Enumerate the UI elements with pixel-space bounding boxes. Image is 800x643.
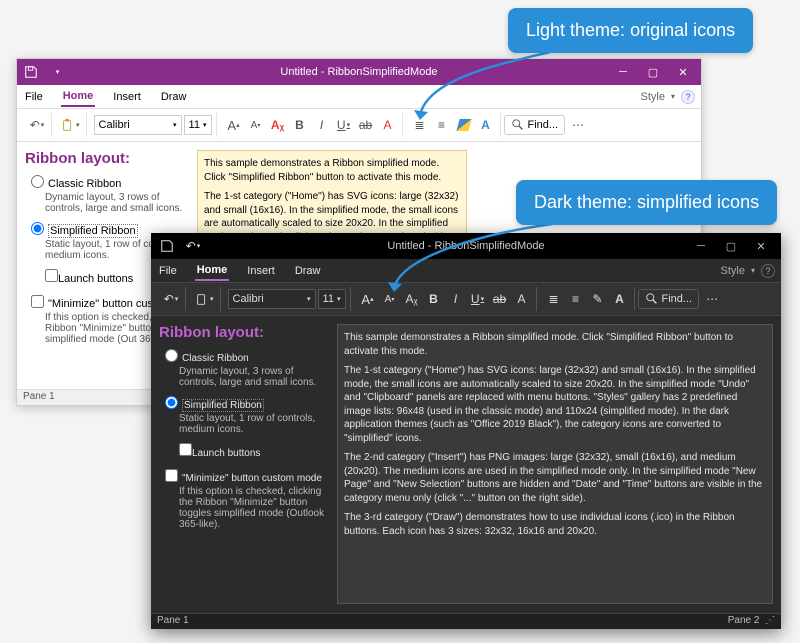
font-size-value: 11 xyxy=(189,119,200,131)
ribbon-tabs: File Home Insert Draw Style ▾ ? xyxy=(17,85,701,109)
style-dropdown[interactable]: Style xyxy=(641,91,665,103)
radio-simplified-ribbon[interactable]: Simplified Ribbon xyxy=(165,396,329,411)
info-p2: The 1-st category ("Home") has SVG icons… xyxy=(344,364,766,445)
window-title: Untitled - RibbonSimplifiedMode xyxy=(17,66,701,78)
info-p4: The 3-rd category ("Draw") demonstrates … xyxy=(344,511,766,538)
close-button[interactable]: ✕ xyxy=(747,237,775,255)
help-icon[interactable]: ? xyxy=(681,90,695,104)
tab-draw[interactable]: Draw xyxy=(159,87,189,106)
undo-button[interactable]: ↶ xyxy=(161,289,181,309)
highlighter-icon[interactable]: ✎ xyxy=(588,289,608,309)
simplified-desc: Static layout, 1 row of controls, medium… xyxy=(179,413,329,435)
font-name-value: Calibri xyxy=(99,119,130,131)
launch-label: Launch buttons xyxy=(58,273,133,285)
classic-desc: Dynamic layout, 3 rows of controls, larg… xyxy=(45,192,189,214)
find-label: Find... xyxy=(662,293,693,305)
callout-arrow-light xyxy=(400,44,570,124)
minimize-label: "Minimize" button custom mode xyxy=(182,473,322,484)
font-size-combobox[interactable]: 11▾ xyxy=(318,289,346,309)
status-pane-left: Pane 1 xyxy=(157,615,189,628)
undo-icon[interactable]: ↶ xyxy=(183,236,203,256)
layout-heading: Ribbon layout: xyxy=(159,324,329,341)
minimize-button[interactable]: ─ xyxy=(609,62,637,82)
classic-desc: Dynamic layout, 3 rows of controls, larg… xyxy=(179,366,329,388)
close-button[interactable]: ✕ xyxy=(669,62,697,82)
tab-home[interactable]: Home xyxy=(195,260,230,281)
paste-button[interactable] xyxy=(193,289,216,309)
clear-formatting-icon[interactable]: Aᵪ xyxy=(268,115,288,135)
minimize-desc: If this option is checked, clicking the … xyxy=(179,486,329,530)
ribbon-toolbar: ↶ Calibri▾ 11▾ A▴ A▾ Aᵪ B I U ab A ≣ ≡ A… xyxy=(17,109,701,142)
radio-classic-label: Classic Ribbon xyxy=(48,178,121,190)
launch-label: Launch buttons xyxy=(192,448,260,459)
strikethrough-button[interactable]: ab xyxy=(356,115,376,135)
chevron-down-icon[interactable]: ▾ xyxy=(751,266,755,275)
styles-icon[interactable]: A xyxy=(610,289,630,309)
ribbon-layout-panel: Ribbon layout: Classic Ribbon Dynamic la… xyxy=(159,324,329,604)
font-size-combobox[interactable]: 11▾ xyxy=(184,115,212,135)
find-button[interactable]: Find... xyxy=(638,289,700,309)
callout-light-theme: Light theme: original icons xyxy=(508,8,753,53)
search-icon xyxy=(645,292,659,306)
font-color-icon[interactable]: A xyxy=(378,115,398,135)
info-p1: This sample demonstrates a Ribbon simpli… xyxy=(344,331,766,358)
radio-classic-label: Classic Ribbon xyxy=(182,353,249,364)
radio-classic-ribbon[interactable]: Classic Ribbon xyxy=(31,175,189,190)
checkbox-minimize-mode[interactable]: "Minimize" button custom mode xyxy=(165,469,329,484)
tab-file[interactable]: File xyxy=(23,87,45,106)
font-name-combobox[interactable]: Calibri▾ xyxy=(228,289,316,309)
paste-button[interactable] xyxy=(59,115,82,135)
font-size-value: 11 xyxy=(323,293,334,305)
qat-dropdown[interactable] xyxy=(47,62,67,82)
tab-home[interactable]: Home xyxy=(61,86,96,107)
status-bar: Pane 1 Pane 2 ⋰ xyxy=(151,613,781,629)
radio-simplified-label: Simplified Ribbon xyxy=(48,224,138,238)
overflow-button[interactable]: ⋯ xyxy=(568,115,588,135)
radio-simplified-label: Simplified Ribbon xyxy=(182,399,264,412)
title-bar: Untitled - RibbonSimplifiedMode ─ ▢ ✕ xyxy=(17,59,701,85)
tab-file[interactable]: File xyxy=(157,261,179,280)
minimize-button[interactable]: ─ xyxy=(687,237,715,255)
tab-draw[interactable]: Draw xyxy=(293,261,323,280)
maximize-button[interactable]: ▢ xyxy=(717,237,745,255)
underline-button[interactable]: U xyxy=(334,115,354,135)
info-p1: This sample demonstrates a Ribbon simpli… xyxy=(204,157,460,184)
save-icon[interactable] xyxy=(21,62,41,82)
undo-button[interactable]: ↶ xyxy=(27,115,47,135)
grow-font-icon[interactable]: A▴ xyxy=(358,289,378,309)
italic-button[interactable]: I xyxy=(312,115,332,135)
bold-button[interactable]: B xyxy=(290,115,310,135)
grow-font-icon[interactable]: A▴ xyxy=(224,115,244,135)
overflow-button[interactable]: ⋯ xyxy=(702,289,722,309)
info-p3: The 2-nd category ("Insert") has PNG ima… xyxy=(344,451,766,505)
tab-insert[interactable]: Insert xyxy=(245,261,277,280)
shrink-font-icon[interactable]: A▾ xyxy=(246,115,266,135)
maximize-button[interactable]: ▢ xyxy=(639,62,667,82)
checkbox-launch-buttons[interactable]: Launch buttons xyxy=(179,443,329,459)
radio-classic-ribbon[interactable]: Classic Ribbon xyxy=(165,349,329,364)
chevron-down-icon[interactable]: ▾ xyxy=(671,92,675,101)
status-resize-grip[interactable]: ⋰ xyxy=(765,615,775,626)
font-name-value: Calibri xyxy=(233,293,264,305)
status-pane-left: Pane 1 xyxy=(23,391,55,404)
layout-heading: Ribbon layout: xyxy=(25,150,189,167)
info-box: This sample demonstrates a Ribbon simpli… xyxy=(337,324,773,604)
callout-dark-theme: Dark theme: simplified icons xyxy=(516,180,777,225)
callout-arrow-dark xyxy=(382,216,572,296)
tab-insert[interactable]: Insert xyxy=(111,87,143,106)
help-icon[interactable]: ? xyxy=(761,264,775,278)
font-name-combobox[interactable]: Calibri▾ xyxy=(94,115,182,135)
status-pane-right: Pane 2 xyxy=(728,615,760,626)
save-icon[interactable] xyxy=(157,236,177,256)
style-dropdown[interactable]: Style xyxy=(721,265,745,277)
